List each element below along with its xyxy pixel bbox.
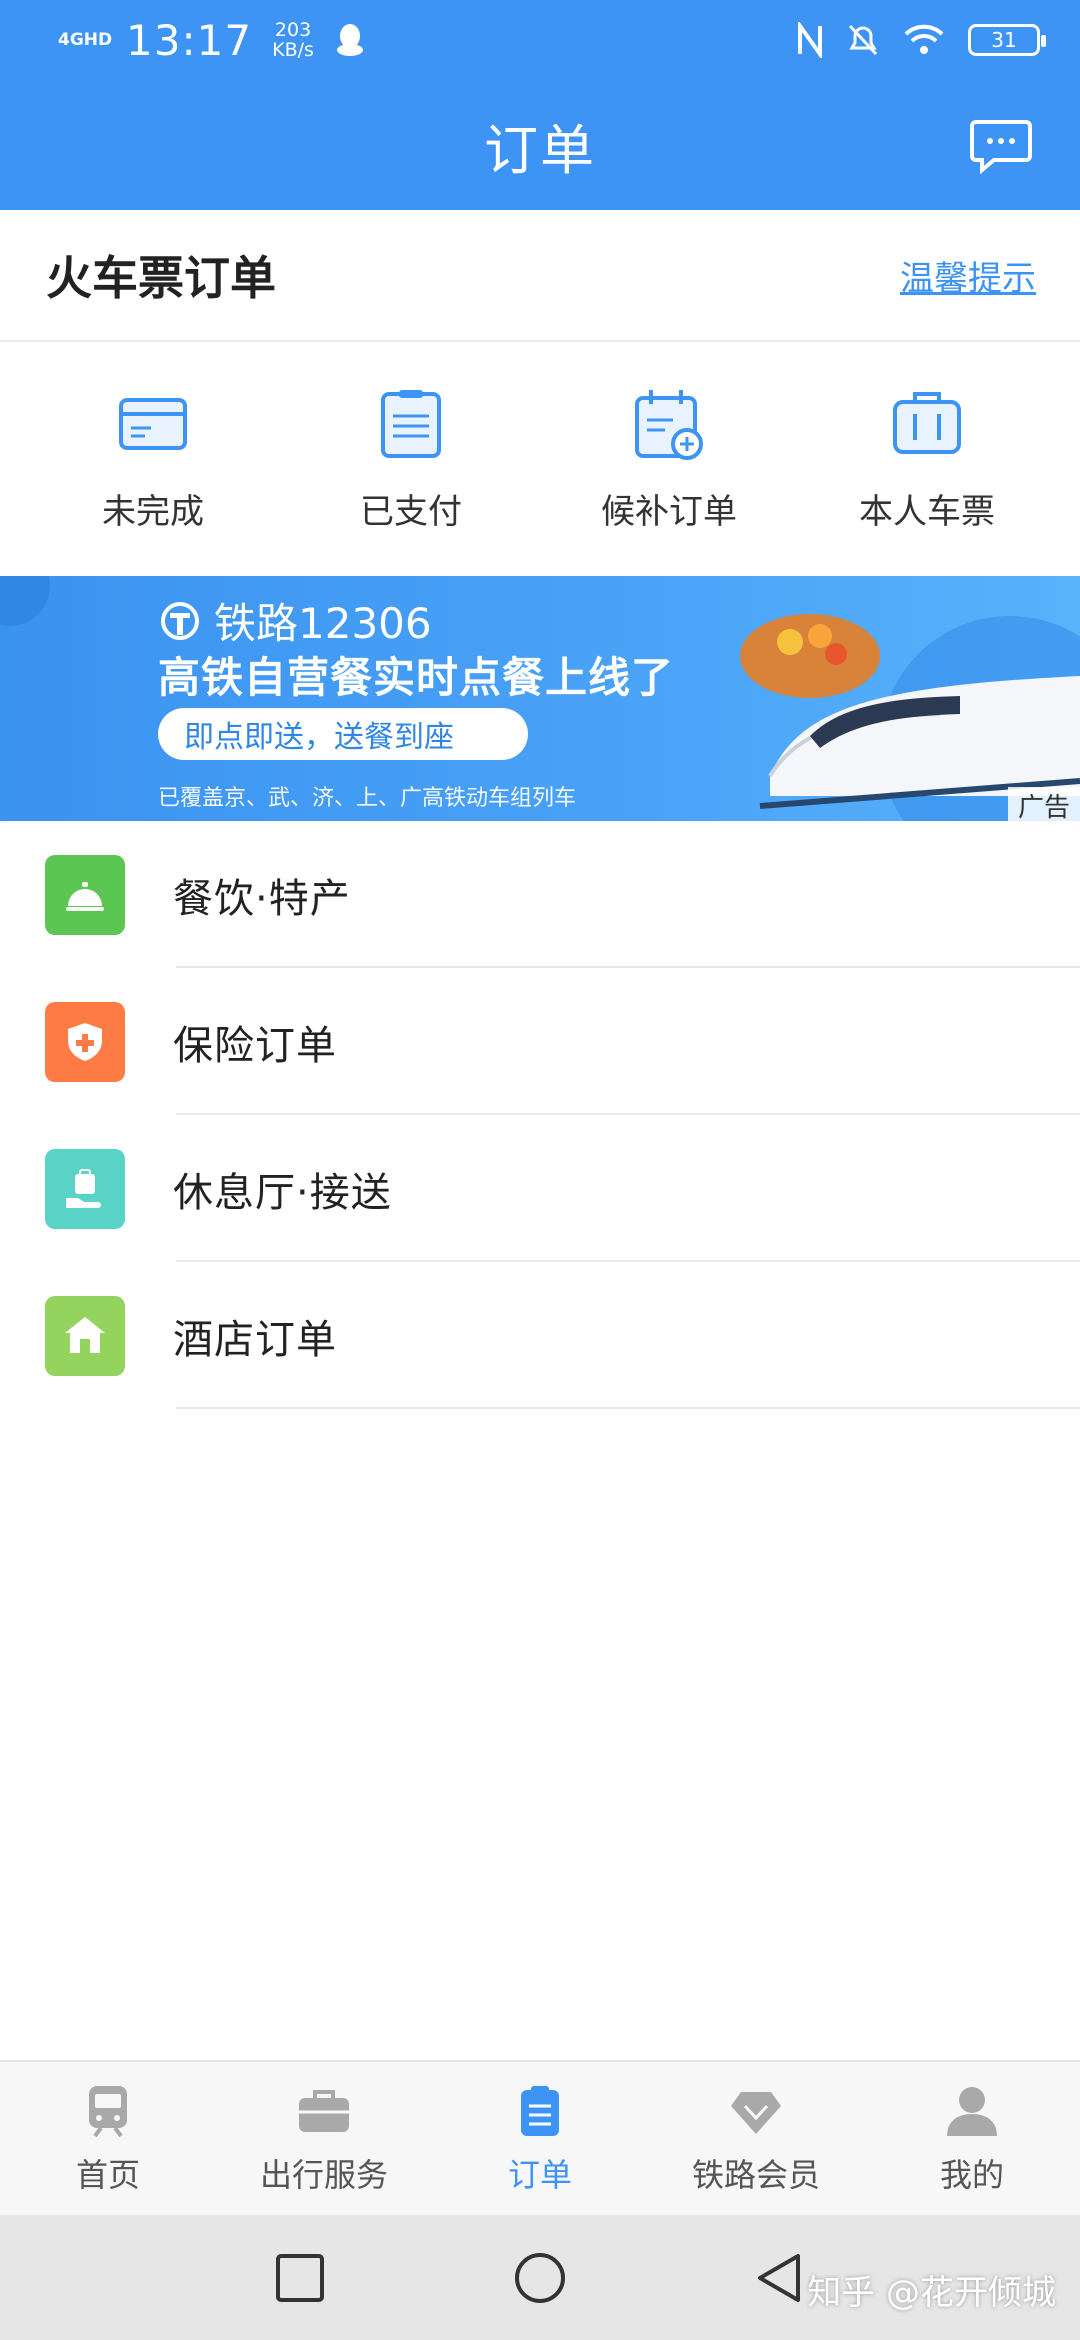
battery-indicator: 31 (968, 24, 1046, 56)
briefcase-icon (299, 2090, 349, 2132)
tab-label: 出行服务 (259, 2156, 388, 2194)
tab-label: 首页 (75, 2156, 140, 2194)
list-item-lounge[interactable]: 休息厅·接送 (0, 1115, 1080, 1262)
railway-logo-icon (161, 601, 199, 640)
list-item-label: 保险订单 (173, 1022, 337, 1069)
list-item-label: 酒店订单 (173, 1316, 337, 1363)
train-illustration-icon (740, 614, 1080, 809)
quick-label: 未完成 (102, 492, 204, 532)
home-circle-icon[interactable] (514, 2252, 566, 2304)
bottom-tab-bar: 首页 出行服务 订单 铁路会员 我的 (0, 2060, 1080, 2215)
banner-decoration (0, 576, 50, 626)
list-item-label: 休息厅·接送 (173, 1169, 392, 1216)
mute-bell-icon (848, 24, 878, 56)
ticket-quick-actions: 未完成 已支付 候补订单 本人车票 (0, 344, 1080, 576)
banner-brand-text: 铁路12306 (214, 599, 432, 648)
hand-luggage-icon (45, 1148, 125, 1229)
order-clipboard-icon (521, 2086, 559, 2136)
orders-page: 4GHD 13:17 203 KB/s 31 订单 火车票订单 温馨提示 未完成… (0, 0, 1080, 2340)
list-item-hotel[interactable]: 酒店订单 (0, 1262, 1080, 1409)
train-icon (89, 2086, 127, 2138)
status-bar: 4GHD 13:17 203 KB/s 31 (0, 0, 1080, 80)
tab-label: 我的 (939, 2156, 1004, 2194)
system-nav-bar: 知乎 @花开倾城 (0, 2215, 1080, 2340)
calendar-plus-icon (635, 390, 703, 460)
network-speed: 203 KB/s (272, 19, 314, 61)
tab-mine[interactable]: 我的 (864, 2062, 1080, 2215)
diamond-icon (731, 2092, 781, 2134)
banner-pill: 即点即送，送餐到座 (158, 708, 528, 760)
banner-footer: 已覆盖京、武、济、上、广高铁动车组列车 (158, 786, 577, 811)
network-indicator: 4GHD (58, 30, 113, 50)
message-icon[interactable] (970, 118, 1032, 174)
qq-icon (337, 24, 364, 56)
promo-banner[interactable]: 铁路12306 高铁自营餐实时点餐上线了 即点即送，送餐到座 已覆盖京、武、济、… (0, 576, 1080, 821)
other-orders-list: 餐饮·特产 保险订单 休息厅·接送 酒店订单 (0, 821, 1080, 1409)
service-bell-icon (45, 854, 125, 935)
app-header: 订单 (0, 80, 1080, 210)
user-icon (947, 2087, 997, 2136)
banner-brand: 铁路12306 (160, 590, 432, 651)
watermark: 知乎 @花开倾城 (807, 2273, 1056, 2313)
quick-label: 已支付 (360, 492, 462, 532)
list-item-label: 餐饮·特产 (173, 875, 351, 922)
quick-my-tickets[interactable]: 本人车票 (812, 344, 1042, 576)
train-ticket-orders-header: 火车票订单 温馨提示 (0, 210, 1080, 342)
card-icon (119, 398, 187, 450)
list-item-insurance[interactable]: 保险订单 (0, 968, 1080, 1115)
ad-badge: 广告 (1008, 787, 1080, 821)
nfc-icon (798, 22, 822, 58)
quick-label: 本人车票 (859, 492, 995, 532)
quick-waitlist[interactable]: 候补订单 (554, 344, 784, 576)
tab-railway-member[interactable]: 铁路会员 (648, 2062, 864, 2215)
quick-paid[interactable]: 已支付 (296, 344, 526, 576)
tab-label: 铁路会员 (691, 2156, 820, 2194)
tab-orders[interactable]: 订单 (432, 2062, 648, 2215)
document-icon (381, 390, 441, 458)
quick-label: 候补订单 (601, 492, 737, 532)
banner-headline: 高铁自营餐实时点餐上线了 (158, 653, 675, 702)
tab-travel-services[interactable]: 出行服务 (216, 2062, 432, 2215)
tips-link[interactable]: 温馨提示 (900, 251, 1036, 300)
house-icon (45, 1295, 125, 1376)
status-time: 13:17 (126, 15, 253, 65)
tab-label: 订单 (507, 2156, 572, 2194)
list-item-catering[interactable]: 餐饮·特产 (0, 821, 1080, 968)
shield-plus-icon (45, 1001, 125, 1082)
wifi-icon (904, 24, 944, 54)
suitcase-icon (893, 392, 961, 454)
battery-level: 31 (991, 28, 1017, 52)
recent-apps-icon[interactable] (274, 2252, 326, 2304)
tab-home[interactable]: 首页 (0, 2062, 216, 2215)
page-title: 订单 (484, 118, 596, 182)
back-triangle-icon[interactable] (754, 2252, 806, 2304)
quick-unfinished[interactable]: 未完成 (38, 344, 268, 576)
section-title: 火车票订单 (46, 251, 276, 305)
